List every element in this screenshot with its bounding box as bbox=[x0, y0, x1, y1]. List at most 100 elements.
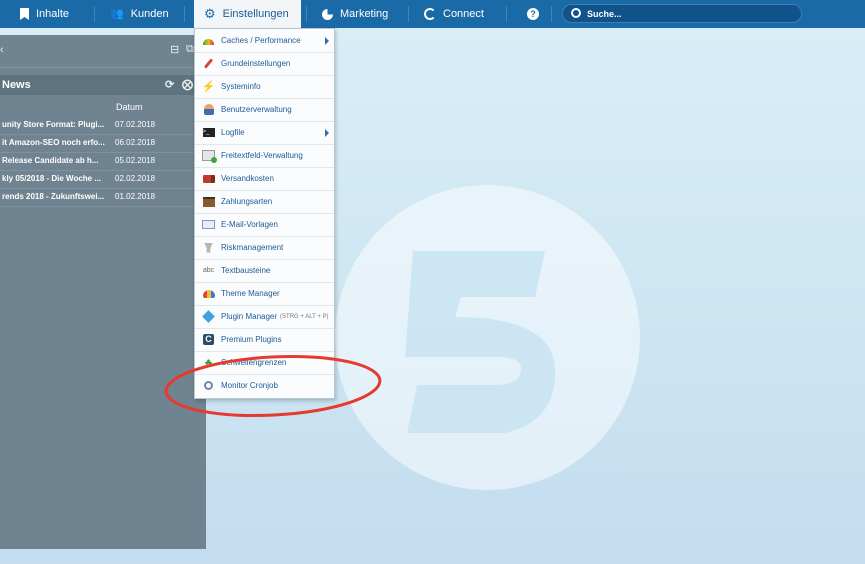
menu-label: Theme Manager bbox=[221, 289, 280, 298]
help-icon: ? bbox=[527, 8, 539, 20]
menu-item-caches-performance[interactable]: Caches / Performance bbox=[195, 29, 334, 53]
top-navigation-bar: Inhalte 👥 Kunden ⚙ Einstellungen Marketi… bbox=[0, 0, 865, 28]
nav-label-einstellungen: Einstellungen bbox=[222, 8, 289, 20]
help-button[interactable]: ? bbox=[527, 0, 539, 28]
nav-divider bbox=[506, 6, 507, 22]
news-row[interactable]: Release Candidate ab h... 05.02.2018 bbox=[0, 152, 206, 171]
menu-label: Caches / Performance bbox=[221, 36, 301, 45]
connect-icon bbox=[424, 8, 436, 20]
menu-item-freitextfeld-verwaltung[interactable]: Freitextfeld-Verwaltung bbox=[195, 144, 334, 168]
news-row-title: kly 05/2018 - Die Woche ... bbox=[2, 174, 102, 183]
menu-label: Grundeinstellungen bbox=[221, 59, 291, 68]
menu-label: Zahlungsarten bbox=[221, 197, 273, 206]
menu-label: Premium Plugins bbox=[221, 335, 282, 344]
search-icon bbox=[571, 7, 581, 18]
news-row[interactable]: rends 2018 - Zukunftswei... 01.02.2018 bbox=[0, 188, 206, 207]
menu-label: Systeminfo bbox=[221, 82, 261, 91]
close-icon[interactable]: ⨂ bbox=[182, 78, 193, 91]
nav-divider bbox=[408, 6, 409, 22]
form-add-icon bbox=[202, 150, 217, 163]
nav-divider bbox=[184, 6, 185, 22]
menu-item-textbausteine[interactable]: abc Textbausteine bbox=[195, 259, 334, 283]
menu-item-zahlungsarten[interactable]: Zahlungsarten bbox=[195, 190, 334, 214]
news-date-column-header: Datum bbox=[116, 102, 143, 112]
nav-item-marketing[interactable]: Marketing bbox=[322, 0, 388, 28]
menu-item-logfile[interactable]: >_ Logfile bbox=[195, 121, 334, 145]
nav-label-kunden: Kunden bbox=[130, 8, 169, 20]
nav-divider bbox=[306, 6, 307, 22]
puzzle-icon bbox=[202, 310, 215, 323]
menu-label: Plugin Manager bbox=[221, 312, 278, 321]
nav-label-marketing: Marketing bbox=[340, 8, 389, 20]
user-icon bbox=[202, 104, 215, 115]
refresh-icon[interactable]: ⟳ bbox=[165, 78, 174, 91]
search-box[interactable] bbox=[562, 4, 802, 23]
menu-item-theme-manager[interactable]: Theme Manager bbox=[195, 282, 334, 306]
speedometer-icon bbox=[202, 35, 215, 46]
pie-chart-icon bbox=[322, 8, 333, 20]
news-row-title: Release Candidate ab h... bbox=[2, 156, 99, 165]
nav-item-kunden[interactable]: 👥 Kunden bbox=[110, 0, 169, 28]
mail-icon bbox=[202, 219, 215, 230]
menu-label: Benutzerverwaltung bbox=[221, 105, 292, 114]
menu-item-e-mail-vorlagen[interactable]: E-Mail-Vorlagen bbox=[195, 213, 334, 237]
trophy-icon bbox=[202, 242, 215, 253]
menu-item-versandkosten[interactable]: Versandkosten bbox=[195, 167, 334, 191]
news-row-date: 01.02.2018 bbox=[115, 192, 156, 201]
menu-item-plugin-manager[interactable]: Plugin Manager (STRG + ALT + P) bbox=[195, 305, 334, 329]
users-icon: 👥 bbox=[110, 8, 124, 20]
widget-panel-header: ‹ ⊟ ⧉ bbox=[0, 35, 206, 68]
nav-divider bbox=[551, 6, 552, 22]
shopware-logo-icon bbox=[405, 251, 556, 433]
news-title: News bbox=[2, 79, 31, 91]
nav-divider bbox=[94, 6, 95, 22]
menu-label: E-Mail-Vorlagen bbox=[221, 220, 278, 229]
wallet-icon bbox=[202, 196, 215, 207]
menu-label: Versandkosten bbox=[221, 174, 274, 183]
minimize-icon[interactable]: ⊟ bbox=[170, 43, 179, 56]
menu-item-riskmanagement[interactable]: Riskmanagement bbox=[195, 236, 334, 260]
gear-icon: ⚙ bbox=[204, 6, 216, 21]
abc-icon: abc bbox=[202, 267, 215, 274]
bookmark-icon bbox=[20, 8, 29, 20]
submenu-arrow-icon bbox=[325, 129, 329, 137]
chevron-icon: ‹ bbox=[0, 44, 4, 56]
news-row-title: unity Store Format: Plugi... bbox=[2, 120, 105, 129]
news-row-date: 06.02.2018 bbox=[115, 138, 156, 147]
terminal-icon: >_ bbox=[202, 127, 215, 138]
highlight-ellipse-annotation bbox=[164, 355, 382, 417]
einstellungen-dropdown-menu: Caches / Performance Grundeinstellungen … bbox=[194, 28, 335, 399]
nav-label-inhalte: Inhalte bbox=[36, 8, 70, 20]
menu-item-systeminfo[interactable]: ⚡ Systeminfo bbox=[195, 75, 334, 99]
news-row[interactable]: kly 05/2018 - Die Woche ... 02.02.2018 bbox=[0, 170, 206, 189]
news-row-title: it Amazon-SEO noch erfo... bbox=[2, 138, 105, 147]
theme-icon bbox=[202, 288, 215, 299]
menu-label: Freitextfeld-Verwaltung bbox=[221, 151, 303, 160]
news-row[interactable]: unity Store Format: Plugi... 07.02.2018 bbox=[0, 116, 206, 135]
nav-label-connect: Connect bbox=[443, 8, 484, 20]
menu-item-grundeinstellungen[interactable]: Grundeinstellungen bbox=[195, 52, 334, 76]
wrench-icon bbox=[202, 58, 215, 69]
news-row-title: rends 2018 - Zukunftswei... bbox=[2, 192, 105, 201]
menu-label: Textbausteine bbox=[221, 266, 271, 275]
truck-icon bbox=[202, 173, 215, 184]
news-row-date: 05.02.2018 bbox=[115, 156, 156, 165]
lightning-icon: ⚡ bbox=[201, 81, 216, 93]
menu-item-benutzerverwaltung[interactable]: Benutzerverwaltung bbox=[195, 98, 334, 122]
news-row-date: 02.02.2018 bbox=[115, 174, 156, 183]
news-row-date: 07.02.2018 bbox=[115, 120, 156, 129]
nav-item-connect[interactable]: Connect bbox=[424, 0, 484, 28]
news-row[interactable]: it Amazon-SEO noch erfo... 06.02.2018 bbox=[0, 134, 206, 153]
search-input[interactable] bbox=[587, 8, 787, 19]
nav-item-einstellungen[interactable]: ⚙ Einstellungen bbox=[194, 0, 301, 28]
nav-item-inhalte[interactable]: Inhalte bbox=[20, 0, 69, 28]
menu-shortcut: (STRG + ALT + P) bbox=[280, 313, 329, 320]
menu-item-premium-plugins[interactable]: C Premium Plugins bbox=[195, 328, 334, 352]
shopware-watermark-logo bbox=[335, 185, 640, 490]
submenu-arrow-icon bbox=[325, 37, 329, 45]
news-widget-header: News ⟳ ⨂ bbox=[0, 75, 206, 95]
premium-icon: C bbox=[202, 334, 215, 345]
popout-icon[interactable]: ⧉ bbox=[186, 43, 194, 56]
widget-panel: ‹ ⊟ ⧉ bbox=[0, 35, 206, 549]
menu-label: Riskmanagement bbox=[221, 243, 284, 252]
